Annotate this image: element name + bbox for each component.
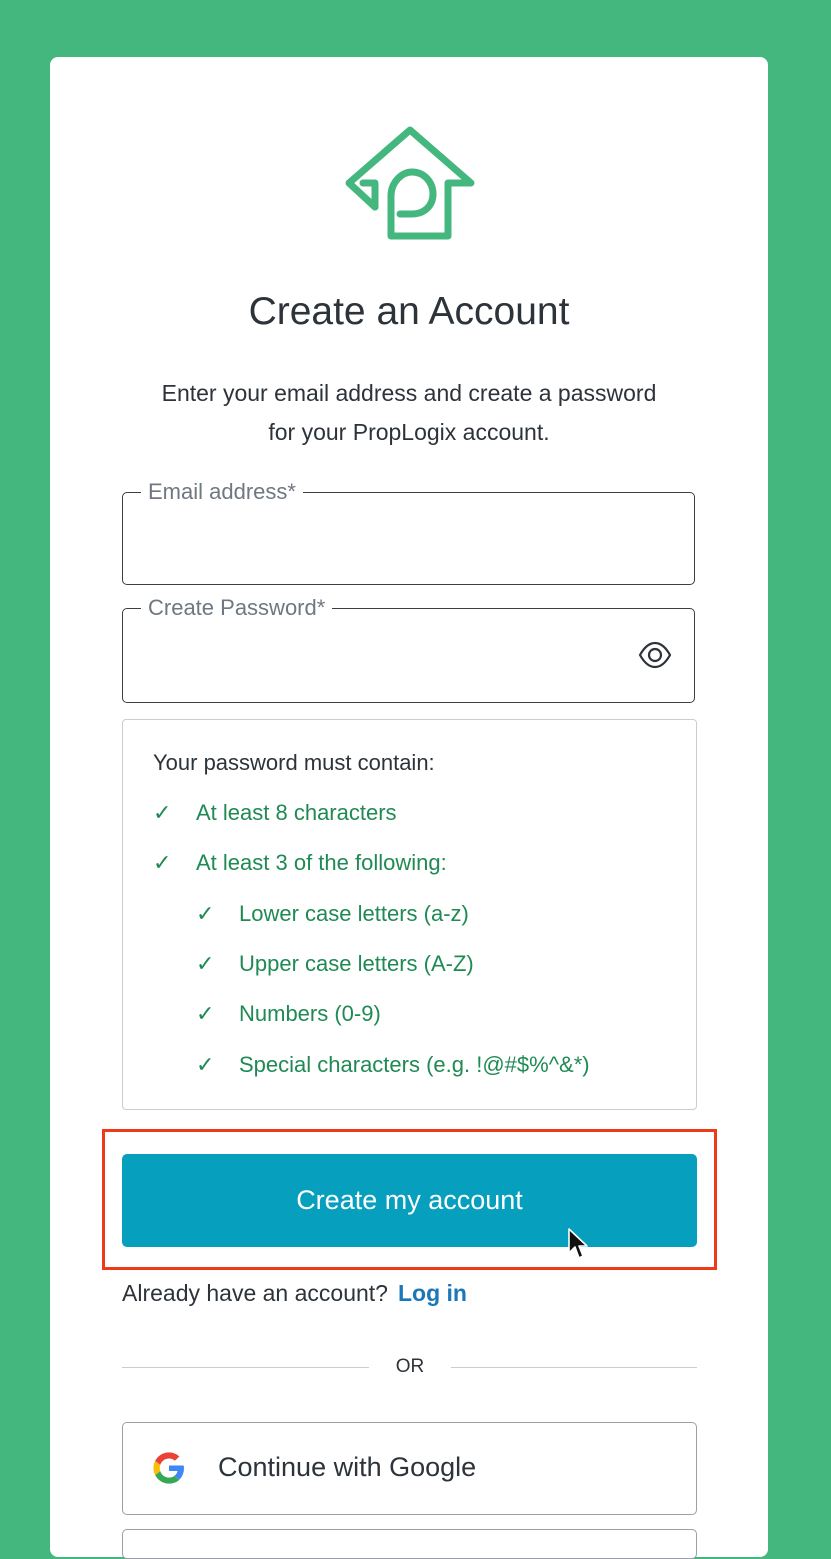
eye-icon[interactable] (638, 640, 672, 670)
rule-uppercase: ✓ Upper case letters (A-Z) (196, 951, 474, 977)
email-input[interactable] (143, 523, 624, 565)
subtitle-line-2: for your PropLogix account. (268, 419, 550, 445)
rule-lowercase: ✓ Lower case letters (a-z) (196, 901, 469, 927)
google-logo-icon (153, 1452, 184, 1484)
divider-right (451, 1367, 697, 1368)
check-icon: ✓ (196, 1052, 215, 1077)
check-icon: ✓ (196, 1001, 215, 1026)
rule-text: At least 3 of the following: (196, 850, 447, 875)
continue-with-google-button[interactable]: Continue with Google (122, 1422, 697, 1515)
email-field-label: Email address* (141, 477, 303, 507)
check-icon: ✓ (196, 951, 215, 976)
check-icon: ✓ (153, 800, 172, 825)
mouse-pointer-icon (568, 1228, 588, 1259)
check-icon: ✓ (153, 850, 172, 875)
password-input[interactable] (143, 639, 624, 681)
rule-numbers: ✓ Numbers (0-9) (196, 1001, 381, 1027)
password-requirements-box: Your password must contain: ✓ At least 8 … (122, 719, 697, 1110)
login-link[interactable]: Log in (398, 1280, 467, 1306)
login-prompt-text: Already have an account? (122, 1280, 388, 1306)
create-account-button[interactable]: Create my account (122, 1154, 697, 1247)
page-title: Create an Account (248, 290, 570, 333)
proplogix-house-logo-icon (345, 126, 475, 240)
subtitle-line-1: Enter your email address and create a pa… (161, 380, 657, 406)
password-field-label: Create Password* (141, 593, 333, 623)
rule-text: Numbers (0-9) (239, 1001, 381, 1026)
email-field[interactable]: Email address* (122, 477, 695, 585)
rule-three-of-following: ✓ At least 3 of the following: (153, 850, 447, 876)
password-requirements-heading: Your password must contain: (153, 750, 435, 775)
rule-text: Lower case letters (a-z) (239, 901, 469, 926)
divider-left (122, 1367, 369, 1368)
rule-text: Upper case letters (A-Z) (239, 951, 474, 976)
google-button-label: Continue with Google (218, 1452, 477, 1482)
rule-text: Special characters (e.g. !@#$%^&*) (239, 1052, 590, 1077)
rule-text: At least 8 characters (196, 800, 397, 825)
login-prompt: Already have an account? Log in (122, 1280, 467, 1307)
rule-special-characters: ✓ Special characters (e.g. !@#$%^&*) (196, 1052, 590, 1078)
next-social-button[interactable] (122, 1529, 697, 1559)
or-divider-label: OR (395, 1356, 425, 1377)
rule-min-length: ✓ At least 8 characters (153, 800, 397, 826)
page-subtitle: Enter your email address and create a pa… (110, 374, 708, 452)
password-field[interactable]: Create Password* (122, 593, 695, 703)
check-icon: ✓ (196, 901, 215, 926)
